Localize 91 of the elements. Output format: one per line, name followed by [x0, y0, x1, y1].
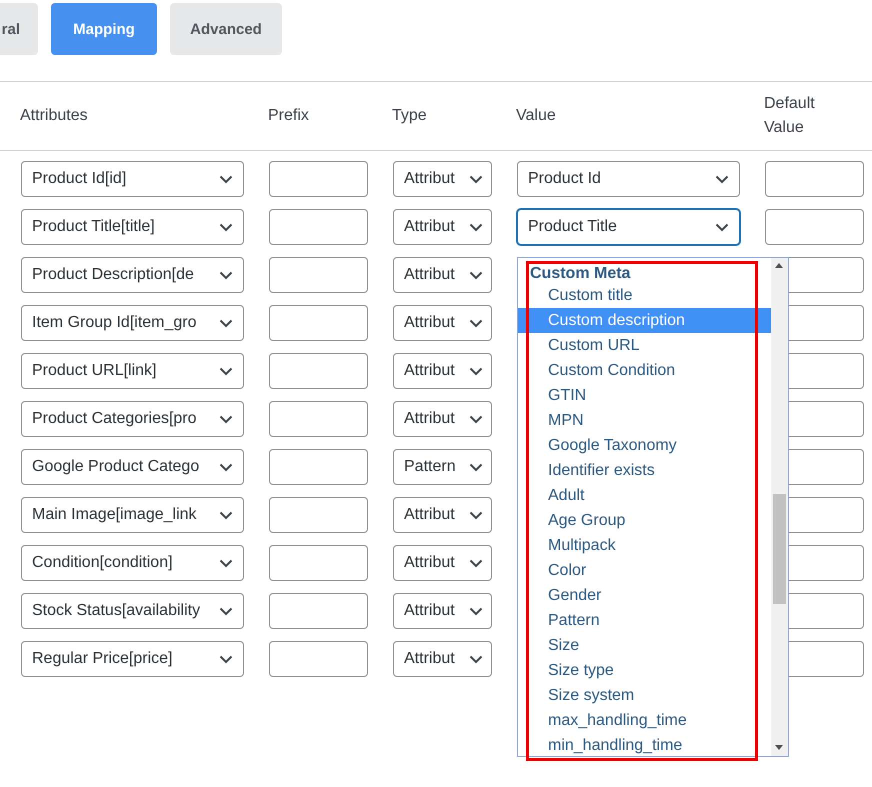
- tab[interactable]: ral: [0, 3, 38, 55]
- chevron-icon: [219, 174, 233, 184]
- chevron-icon: [219, 318, 233, 328]
- dropdown-option[interactable]: Multipack: [518, 533, 771, 558]
- prefix-field[interactable]: [269, 545, 368, 581]
- default-value-field[interactable]: [765, 209, 864, 245]
- dropdown-option[interactable]: Color: [518, 558, 771, 583]
- dropdown-select[interactable]: Attribut: [393, 497, 492, 533]
- dropdown-option[interactable]: Size system: [518, 683, 771, 708]
- dropdown-select[interactable]: Product Id[id]: [21, 161, 244, 197]
- dropdown-option[interactable]: Size: [518, 633, 771, 658]
- chevron-icon: [219, 558, 233, 568]
- chevron-icon: [469, 654, 483, 664]
- column-header: Value: [516, 106, 556, 126]
- dropdown-select[interactable]: Attribut: [393, 161, 492, 197]
- dropdown-option[interactable]: GTIN: [518, 383, 771, 408]
- dropdown-select[interactable]: Item Group Id[item_gro: [21, 305, 244, 341]
- dropdown-option[interactable]: Identifier exists: [518, 458, 771, 483]
- dropdown-select[interactable]: Attribut: [393, 305, 492, 341]
- dropdown-option[interactable]: Gender: [518, 583, 771, 608]
- dropdown-select[interactable]: Attribut: [393, 353, 492, 389]
- prefix-field[interactable]: [269, 353, 368, 389]
- chevron-icon: [469, 510, 483, 520]
- scroll-up-icon[interactable]: [775, 263, 783, 268]
- dropdown-option[interactable]: Custom URL: [518, 333, 771, 358]
- dropdown-option[interactable]: MPN: [518, 408, 771, 433]
- dropdown-select[interactable]: Attribut: [393, 593, 492, 629]
- chevron-icon: [469, 462, 483, 472]
- chevron-icon: [219, 510, 233, 520]
- prefix-field[interactable]: [269, 305, 368, 341]
- scrollbar[interactable]: [771, 258, 788, 756]
- prefix-field[interactable]: [269, 593, 368, 629]
- chevron-icon: [219, 366, 233, 376]
- prefix-field[interactable]: [269, 209, 368, 245]
- default-value-field[interactable]: [765, 161, 864, 197]
- chevron-icon: [219, 654, 233, 664]
- chevron-icon: [469, 414, 483, 424]
- column-header: Prefix: [268, 106, 309, 126]
- dropdown-select[interactable]: Product Title: [517, 209, 740, 245]
- chevron-icon: [469, 558, 483, 568]
- dropdown-select[interactable]: Product Description[de: [21, 257, 244, 293]
- option-group-label: Custom Meta: [529, 265, 632, 283]
- chevron-icon: [219, 222, 233, 232]
- dropdown-select[interactable]: Pattern: [393, 449, 492, 485]
- dropdown-select[interactable]: Product Categories[pro: [21, 401, 244, 437]
- dropdown-select[interactable]: Stock Status[availability: [21, 593, 244, 629]
- scroll-down-icon[interactable]: [775, 745, 783, 750]
- prefix-field[interactable]: [269, 257, 368, 293]
- dropdown-option[interactable]: Size type: [518, 658, 771, 683]
- dropdown-select[interactable]: Product Id: [517, 161, 740, 197]
- dropdown-option[interactable]: Age Group: [518, 508, 771, 533]
- dropdown-select[interactable]: Condition[condition]: [21, 545, 244, 581]
- chevron-icon: [469, 606, 483, 616]
- dropdown-select[interactable]: Main Image[image_link: [21, 497, 244, 533]
- chevron-icon: [469, 222, 483, 232]
- dropdown-select[interactable]: Regular Price[price]: [21, 641, 244, 677]
- chevron-icon: [715, 222, 729, 232]
- dropdown-option[interactable]: Custom Condition: [518, 358, 771, 383]
- chevron-icon: [219, 606, 233, 616]
- scrollbar-thumb[interactable]: [773, 494, 786, 604]
- chevron-icon: [219, 462, 233, 472]
- dropdown-option[interactable]: Google Taxonomy: [518, 433, 771, 458]
- dropdown-option[interactable]: max_handling_time: [518, 708, 771, 733]
- chevron-icon: [469, 366, 483, 376]
- column-header: Attributes: [20, 106, 88, 126]
- column-header: Type: [392, 106, 427, 126]
- chevron-icon: [219, 270, 233, 280]
- chevron-icon: [469, 174, 483, 184]
- dropdown-select[interactable]: Attribut: [393, 257, 492, 293]
- chevron-icon: [219, 414, 233, 424]
- dropdown-select[interactable]: Attribut: [393, 209, 492, 245]
- dropdown-select[interactable]: Google Product Catego: [21, 449, 244, 485]
- dropdown-option[interactable]: Pattern: [518, 608, 771, 633]
- dropdown-option[interactable]: Custom title: [518, 283, 771, 308]
- dropdown-select[interactable]: Product URL[link]: [21, 353, 244, 389]
- prefix-field[interactable]: [269, 641, 368, 677]
- prefix-field[interactable]: [269, 449, 368, 485]
- prefix-field[interactable]: [269, 497, 368, 533]
- chevron-icon: [469, 318, 483, 328]
- dropdown-select[interactable]: Attribut: [393, 545, 492, 581]
- column-header: Default Value: [764, 94, 815, 138]
- prefix-field[interactable]: [269, 401, 368, 437]
- chevron-icon: [469, 270, 483, 280]
- dropdown-select[interactable]: Attribut: [393, 401, 492, 437]
- dropdown-option[interactable]: min_handling_time: [518, 733, 771, 756]
- dropdown-option[interactable]: Adult: [518, 483, 771, 508]
- dropdown-select[interactable]: Product Title[title]: [21, 209, 244, 245]
- chevron-icon: [715, 174, 729, 184]
- dropdown-select[interactable]: Attribut: [393, 641, 492, 677]
- tab[interactable]: Advanced: [170, 3, 282, 55]
- prefix-field[interactable]: [269, 161, 368, 197]
